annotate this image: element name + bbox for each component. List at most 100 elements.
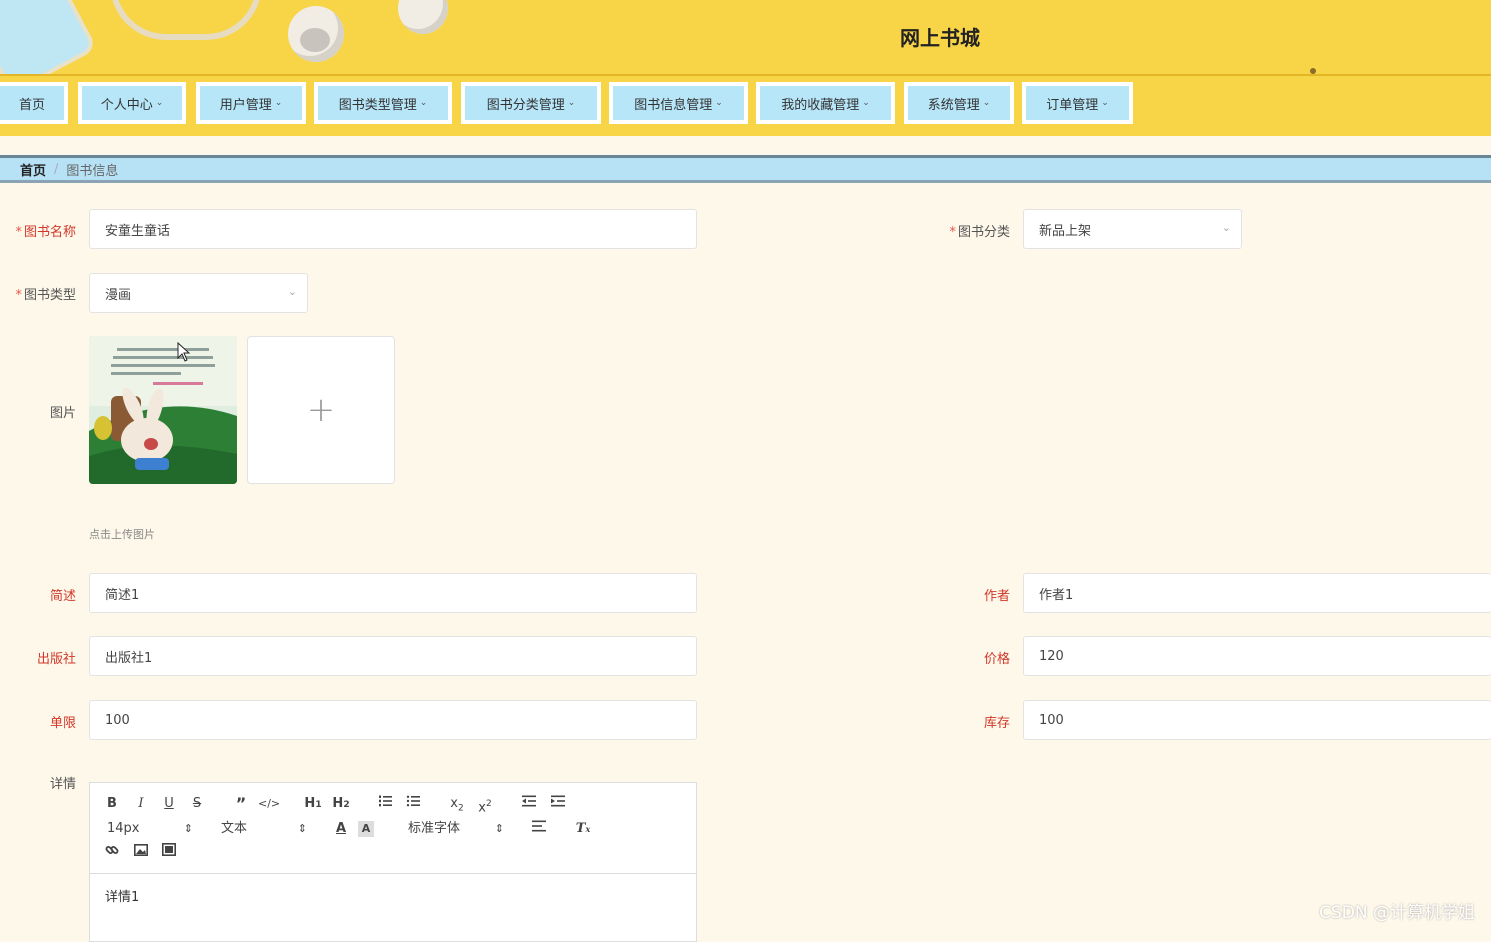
book-category-select[interactable]: 新品上架 ⌄ [1023, 209, 1242, 249]
chevron-down-icon: ⌄ [287, 285, 297, 298]
app-title: 网上书城 [900, 26, 980, 50]
nav-item-label: 图书信息管理 [634, 97, 713, 113]
strikethrough-icon[interactable]: S [186, 794, 208, 814]
upload-add-button[interactable]: + [247, 336, 395, 484]
editor-content[interactable]: 详情1 [90, 874, 696, 917]
font-size-select[interactable]: 14px ⇕ [107, 819, 193, 839]
bold-icon[interactable]: B [101, 794, 123, 814]
book-category-value: 新品上架 [1039, 223, 1092, 239]
book-category-label: * 图书分类 [949, 225, 1010, 240]
video-icon[interactable] [158, 843, 180, 863]
nav-item-label: 个人中心 [100, 97, 153, 113]
required-asterisk: * [949, 225, 956, 240]
summary-value: 简述1 [105, 587, 140, 603]
heading-1-icon[interactable]: H1 [302, 794, 324, 814]
font-family-select[interactable]: 标准字体 ⇕ [408, 819, 504, 839]
image-label: 图片 [49, 406, 76, 421]
underline-icon[interactable]: U [158, 794, 180, 814]
limit-value: 100 [105, 712, 130, 728]
chevron-down-icon: ⌄ [982, 98, 991, 108]
price-label: 价格 [983, 652, 1010, 667]
nav-item-user-management[interactable]: 用户管理 ⌄ [196, 82, 306, 124]
author-value: 作者1 [1039, 587, 1074, 603]
nav-item-label: 我的收藏管理 [781, 97, 860, 113]
nav-item-favorites-management[interactable]: 我的收藏管理 ⌄ [756, 82, 895, 124]
outdent-icon[interactable] [518, 794, 540, 814]
chevron-down-icon: ⌄ [1101, 98, 1109, 108]
publisher-label: 出版社 [36, 652, 76, 667]
author-label: 作者 [983, 589, 1010, 604]
summary-label: 简述 [49, 589, 76, 604]
nav-item-book-info-management[interactable]: 图书信息管理 ⌄ [609, 82, 748, 124]
stock-input[interactable]: 100 [1023, 700, 1491, 740]
editor-toolbar: B I U S ” </> H1 H2 x2 x2 14px ⇕ 文本 ⇕ A [90, 783, 696, 874]
indent-icon[interactable] [547, 794, 569, 814]
required-asterisk: * [15, 288, 22, 303]
updown-arrow-icon: ⇕ [494, 822, 504, 835]
limit-label: 单限 [49, 716, 76, 731]
header-style-select[interactable]: 文本 ⇕ [221, 819, 307, 839]
watermark: CSDN @计算机学姐 [1319, 903, 1475, 923]
rich-text-editor: B I U S ” </> H1 H2 x2 x2 14px ⇕ 文本 ⇕ A [89, 782, 697, 942]
italic-icon[interactable]: I [130, 794, 152, 814]
chevron-down-icon: ⌄ [862, 98, 870, 108]
book-type-label: * 图书类型 [15, 288, 76, 303]
font-family-value: 标准字体 [408, 821, 461, 836]
breadcrumb-home[interactable]: 首页 [20, 160, 46, 179]
image-icon[interactable] [130, 843, 152, 863]
summary-input[interactable]: 简述1 [89, 573, 697, 613]
stock-label: 库存 [983, 716, 1010, 731]
chevron-down-icon: ⌄ [715, 98, 723, 108]
blockquote-icon[interactable]: ” [230, 794, 252, 814]
nav-item-label: 首页 [18, 97, 45, 113]
book-type-select[interactable]: 漫画 ⌄ [89, 273, 308, 313]
header-style-value: 文本 [221, 821, 248, 836]
clear-format-icon[interactable]: Tx [572, 819, 594, 839]
breadcrumb-separator: / [54, 161, 59, 177]
publisher-value: 出版社1 [105, 650, 153, 666]
price-input[interactable]: 120 [1023, 636, 1491, 676]
code-block-icon[interactable]: </> [258, 794, 280, 814]
nav-item-label: 订单管理 [1046, 97, 1099, 113]
heading-2-icon[interactable]: H2 [330, 794, 352, 814]
mouse-cursor-icon [177, 342, 191, 362]
nav-item-label: 用户管理 [219, 97, 272, 113]
updown-arrow-icon: ⇕ [183, 822, 193, 835]
nav-item-order-management[interactable]: 订单管理 ⌄ [1022, 82, 1133, 124]
nav-item-book-type-management[interactable]: 图书类型管理 ⌄ [314, 82, 452, 124]
font-color-icon[interactable]: A [330, 819, 352, 839]
details-label: 详情 [49, 777, 76, 792]
nav-item-book-category-management[interactable]: 图书分类管理 ⌄ [461, 82, 601, 124]
nav-item-home[interactable]: 首页 [0, 82, 68, 124]
plus-icon: + [306, 390, 336, 430]
background-color-icon[interactable]: A [358, 821, 374, 837]
subscript-icon[interactable]: x2 [446, 794, 468, 814]
breadcrumb-current: 图书信息 [66, 163, 119, 179]
nav-item-system-management[interactable]: 系统管理 ⌄ [904, 82, 1014, 124]
upload-hint: 点击上传图片 [89, 528, 155, 541]
chevron-down-icon: ⌄ [274, 98, 283, 108]
book-cover-image [89, 336, 237, 484]
uploaded-image-thumbnail[interactable] [89, 336, 237, 484]
stock-value: 100 [1039, 712, 1064, 728]
book-name-label: * 图书名称 [15, 225, 76, 240]
superscript-icon[interactable]: x2 [474, 794, 496, 815]
breadcrumb: 首页 / 图书信息 [0, 155, 1491, 183]
publisher-input[interactable]: 出版社1 [89, 636, 697, 676]
bullet-list-icon[interactable] [402, 794, 424, 814]
chevron-down-icon: ⌄ [155, 98, 164, 108]
ordered-list-icon[interactable] [374, 794, 396, 814]
nav-item-label: 图书类型管理 [338, 97, 417, 113]
nav-item-personal-center[interactable]: 个人中心 ⌄ [78, 82, 186, 124]
limit-input[interactable]: 100 [89, 700, 697, 740]
chevron-down-icon: ⌄ [419, 98, 428, 108]
book-type-value: 漫画 [105, 287, 132, 303]
nav-item-label: 系统管理 [927, 97, 980, 113]
updown-arrow-icon: ⇕ [297, 822, 307, 835]
align-icon[interactable] [528, 819, 550, 839]
author-input[interactable]: 作者1 [1023, 573, 1491, 613]
top-nav: 首页 个人中心 ⌄ 用户管理 ⌄ 图书类型管理 ⌄ 图书分类管理 ⌄ 图书信息管理 ⌄ 我… [0, 74, 1491, 136]
link-icon[interactable] [101, 843, 123, 863]
book-name-input[interactable]: 安童生童话 [89, 209, 697, 249]
book-name-value: 安童生童话 [105, 223, 171, 239]
